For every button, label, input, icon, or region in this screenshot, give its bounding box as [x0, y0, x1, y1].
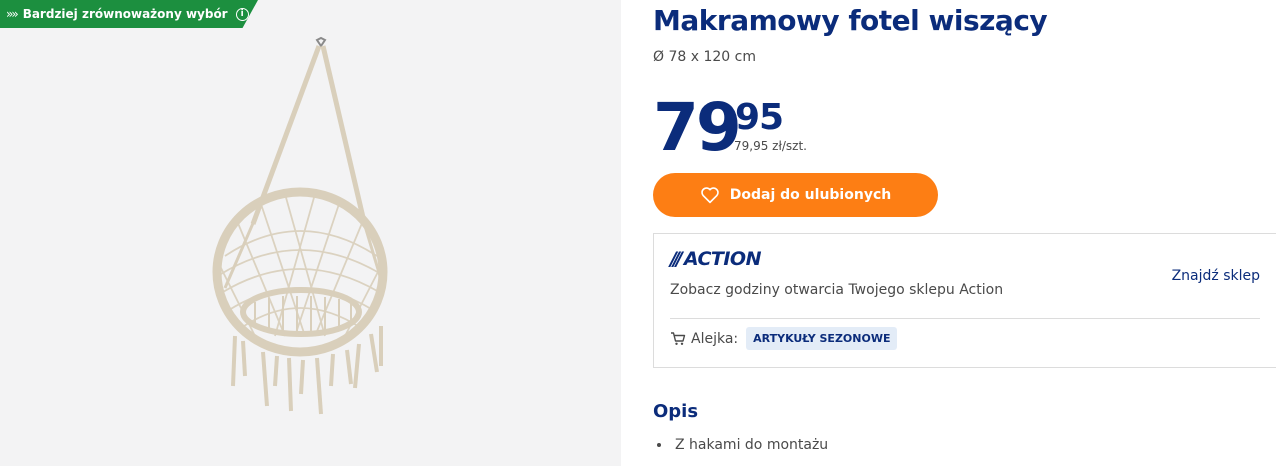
heart-icon: [700, 186, 720, 204]
product-title: Makramowy fotel wiszący: [653, 4, 1048, 37]
list-item: Z hakami do montażu: [657, 437, 828, 453]
chevrons-icon: »»: [6, 7, 19, 21]
sustainability-badge[interactable]: »» Bardziej zrównoważony wybór i: [0, 0, 258, 28]
aisle-info: Alejka: ARTYKUŁY SEZONOWE: [670, 327, 898, 350]
product-size: Ø 78 x 120 cm: [653, 49, 756, 65]
aisle-tag: ARTYKUŁY SEZONOWE: [746, 327, 898, 350]
favorite-label: Dodaj do ulubionych: [729, 187, 892, 203]
store-info-box: ///ACTION Znajdź sklep Zobacz godziny ot…: [653, 233, 1276, 368]
aisle-label: Alejka:: [691, 330, 739, 347]
cart-icon: [670, 331, 686, 346]
bullet-icon: [657, 443, 661, 447]
store-hours-text: Zobacz godziny otwarcia Twojego sklepu A…: [670, 282, 1004, 298]
add-to-favorites-button[interactable]: Dodaj do ulubionych: [653, 173, 938, 217]
product-image-panel[interactable]: »» Bardziej zrównoważony wybór i: [0, 0, 621, 466]
divider: [670, 318, 1260, 319]
action-logo: ///ACTION: [670, 248, 761, 270]
find-store-link[interactable]: Znajdź sklep: [1172, 268, 1260, 284]
description-list: Z hakami do montażu: [657, 437, 828, 453]
badge-label: Bardziej zrównoważony wybór: [22, 7, 228, 21]
unit-price: 79,95 zł/szt.: [734, 139, 807, 153]
price-integer: 79: [653, 89, 742, 166]
price-decimal: 95: [735, 97, 784, 138]
info-icon[interactable]: i: [235, 7, 249, 21]
hanging-chair-image: [212, 36, 388, 415]
description-title: Opis: [653, 401, 699, 422]
